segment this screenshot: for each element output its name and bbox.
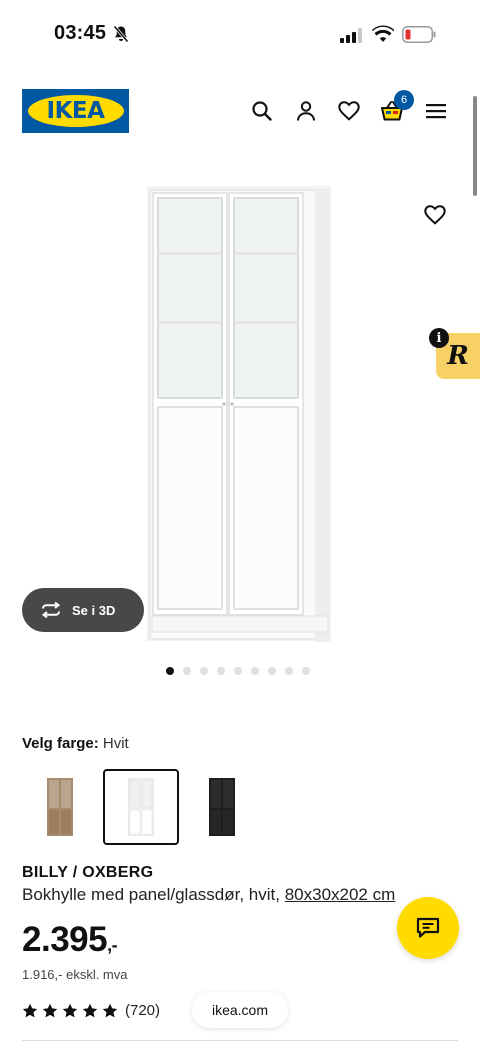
chat-bubble-icon xyxy=(416,917,440,938)
product-dimensions-link[interactable]: 80x30x202 cm xyxy=(285,885,396,904)
price-excluding-vat: 1.916,- ekskl. mva xyxy=(22,967,128,982)
see-in-3d-button[interactable]: Se i 3D xyxy=(22,588,144,632)
carousel-dot[interactable] xyxy=(234,667,242,675)
browser-url-pill[interactable]: ikea.com xyxy=(192,992,288,1028)
product-description-text: Bokhylle med panel/glassdør, hvit, xyxy=(22,885,280,904)
hamburger-menu-icon[interactable] xyxy=(423,98,449,124)
carousel-dot[interactable] xyxy=(285,667,293,675)
product-image[interactable] xyxy=(147,182,331,644)
color-swatch-white[interactable] xyxy=(103,769,179,845)
product-name: BILLY / OXBERG xyxy=(22,864,154,881)
carousel-dot[interactable] xyxy=(166,667,174,675)
status-bar: 03:45 xyxy=(0,0,480,70)
search-icon[interactable] xyxy=(249,98,275,124)
cellular-signal-icon xyxy=(340,28,362,43)
review-count[interactable]: (720) xyxy=(125,1002,160,1019)
carousel-dot[interactable] xyxy=(251,667,259,675)
rakuten-logo-icon: R xyxy=(447,341,469,371)
star-icon xyxy=(22,1003,38,1018)
ikea-logo[interactable]: IKEA xyxy=(22,89,129,133)
info-icon[interactable]: i xyxy=(429,328,449,348)
price-suffix: ,- xyxy=(107,935,118,955)
price-value: 2.395 xyxy=(22,920,108,959)
star-icon xyxy=(62,1003,78,1018)
see-in-3d-label: Se i 3D xyxy=(72,602,116,618)
product-description: Bokhylle med panel/glassdør, hvit, 80x30… xyxy=(22,885,395,905)
bell-off-icon xyxy=(113,25,129,43)
battery-low-icon xyxy=(402,26,436,43)
color-swatch-oak[interactable] xyxy=(22,769,98,845)
color-chooser-heading: Velg farge: Hvit xyxy=(22,735,129,752)
browser-url: ikea.com xyxy=(211,1002,269,1018)
chat-button[interactable] xyxy=(397,897,459,959)
user-account-icon[interactable] xyxy=(293,98,319,124)
color-label: Velg farge: xyxy=(22,735,99,752)
star-icon xyxy=(42,1003,58,1018)
divider xyxy=(22,1040,458,1041)
logo-oval: IKEA xyxy=(27,95,124,127)
carousel-dot[interactable] xyxy=(200,667,208,675)
rating-stars[interactable] xyxy=(22,1003,118,1019)
status-time: 03:45 xyxy=(54,22,107,44)
logo-text: IKEA xyxy=(46,98,105,124)
product-favourite-heart-icon[interactable] xyxy=(424,205,450,231)
product-price: 2.395,- xyxy=(22,920,118,960)
carousel-dot[interactable] xyxy=(302,667,310,675)
basket-count-badge: 6 xyxy=(394,90,414,110)
selected-color-value: Hvit xyxy=(102,735,129,752)
rotate-3d-icon xyxy=(41,602,61,618)
carousel-dot[interactable] xyxy=(183,667,191,675)
page-scrollbar[interactable] xyxy=(473,96,477,196)
star-icon xyxy=(82,1003,98,1018)
star-icon xyxy=(102,1003,118,1018)
favourites-heart-icon[interactable] xyxy=(336,98,362,124)
image-carousel-dots[interactable] xyxy=(166,667,310,675)
wifi-icon xyxy=(372,25,394,42)
carousel-dot[interactable] xyxy=(217,667,225,675)
carousel-dot[interactable] xyxy=(268,667,276,675)
color-swatch-black[interactable] xyxy=(184,769,260,845)
